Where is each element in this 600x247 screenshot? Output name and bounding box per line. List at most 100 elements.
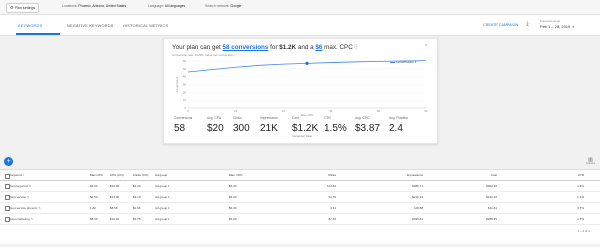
table-cell: 1.1% bbox=[577, 192, 584, 202]
plan-settings-bar: ⚙Plan settings Locations: Phoenix, Arizo… bbox=[0, 0, 600, 15]
table-header-row: Keyword↓ Max CPC CPC (CO) Clicks (CO) Ad gro… bbox=[0, 171, 600, 181]
table-row[interactable]: best keyword✎ $2.00 $12.00 $3.20 Ad group 1 $… bbox=[0, 181, 600, 192]
chevron-down-icon: ▾ bbox=[572, 25, 575, 29]
metric-value: $3.87 bbox=[355, 123, 381, 134]
cell-value: 1.1% bbox=[577, 195, 584, 199]
table-cell: $0.50 bbox=[90, 192, 98, 202]
cell-value: best service phoenix bbox=[10, 206, 38, 210]
metric-value: $20 bbox=[207, 123, 224, 134]
cell-value: 62.79 bbox=[328, 195, 336, 199]
y-tick-label: 50 bbox=[183, 67, 187, 71]
metric-value: 58 bbox=[174, 123, 186, 134]
current-bid-marker[interactable] bbox=[305, 61, 309, 65]
table-cell: $902.15 bbox=[486, 181, 497, 191]
y-tick-label: 20 bbox=[183, 90, 187, 94]
language-setting[interactable]: Language: All languages bbox=[148, 4, 185, 8]
metric-label: Avg. CPC bbox=[355, 116, 370, 120]
cell-value: $12.00 bbox=[110, 184, 120, 188]
table-cell: 87.16 bbox=[328, 214, 336, 224]
tab-keywords[interactable]: Keywords bbox=[18, 23, 42, 28]
column-header-label: Impressions bbox=[406, 173, 423, 177]
table-row[interactable]: best service phoenix✎ 1.82 $8.56 $1.96 Ad gr… bbox=[0, 203, 600, 214]
column-header-label: CTR bbox=[577, 173, 584, 177]
table-cell: best marketing✎ bbox=[10, 214, 33, 224]
cell-value: 3.7% bbox=[577, 206, 584, 210]
add-keywords-button[interactable]: + bbox=[4, 157, 13, 166]
cell-value: $16.00 bbox=[110, 217, 120, 221]
table-cell: Ad group 1 bbox=[155, 203, 170, 213]
column-header[interactable]: Ad group bbox=[155, 171, 167, 180]
x-tick-label: 12 bbox=[234, 109, 238, 113]
table-cell: 1.82 bbox=[90, 203, 96, 213]
y-axis-label: Conversions bbox=[175, 76, 179, 92]
table-cell: 62.79 bbox=[328, 192, 336, 202]
column-header-label: Max CPC bbox=[90, 173, 103, 177]
table-cell: Ad group 1 bbox=[155, 214, 170, 224]
table-cell: $2.10 bbox=[133, 192, 141, 202]
edit-icon[interactable]: ✎ bbox=[27, 195, 30, 199]
create-campaign-button[interactable]: Create campaign bbox=[483, 23, 518, 27]
settings-icon: ⚙ bbox=[10, 5, 14, 10]
table-cell: best service phoenix✎ bbox=[10, 203, 41, 213]
cell-value: $6.00 bbox=[229, 206, 237, 210]
cell-value: $8.00 bbox=[90, 217, 98, 221]
metric-label: CTR bbox=[324, 116, 331, 120]
forecast-range-picker[interactable]: Forecast range Feb 1 – 28, 2019 ▾ bbox=[540, 19, 574, 29]
metric-label: Cost bbox=[292, 116, 299, 120]
column-header[interactable]: Clicks (CO) bbox=[133, 171, 148, 180]
column-header[interactable]: Max CPC bbox=[90, 171, 103, 180]
table-row[interactable]: best marketing✎ $8.00 $16.00 $2.75 Ad group … bbox=[0, 214, 600, 225]
metric-7: Avg. Position 2.4 bbox=[389, 116, 408, 134]
table-cell: $313.46 bbox=[486, 192, 497, 202]
forecast-card: Your plan can get 58 conversions for $1.… bbox=[163, 38, 438, 144]
metric-value: 300 bbox=[233, 123, 250, 134]
column-header-label: Clicks (CO) bbox=[133, 173, 149, 177]
edit-icon[interactable]: ✎ bbox=[31, 217, 34, 221]
cell-value: $0.50 bbox=[90, 195, 98, 199]
plan-settings-button[interactable]: ⚙Plan settings bbox=[6, 3, 40, 13]
tab-historical-metrics[interactable]: Historical metrics bbox=[123, 23, 168, 28]
table-cell: 4.11 bbox=[330, 203, 336, 213]
column-header[interactable]: CTR bbox=[578, 171, 584, 180]
table-cell: $1.96 bbox=[133, 203, 141, 213]
cell-value: 1.5% bbox=[577, 184, 584, 188]
cell-value: Ad group 1 bbox=[155, 184, 170, 188]
x-tick-label: 0 bbox=[187, 109, 189, 113]
metric-3: Impressions 21K bbox=[260, 116, 278, 134]
cell-value: $8.56 bbox=[110, 206, 118, 210]
sort-arrow-icon[interactable]: ↓ bbox=[23, 173, 25, 177]
column-header[interactable]: Impressions bbox=[407, 171, 423, 180]
table-cell: $6.00 bbox=[229, 214, 237, 224]
edit-icon[interactable]: ✎ bbox=[38, 206, 41, 210]
cell-value: Ad group 1 bbox=[155, 195, 170, 199]
tabs-bar: Keywords Negative keywords Historical me… bbox=[0, 15, 600, 36]
column-header[interactable]: Keyword↓ bbox=[10, 171, 24, 180]
tab-negative-keywords[interactable]: Negative keywords bbox=[67, 23, 114, 28]
cell-value: 1.5% bbox=[577, 217, 584, 221]
column-header-label: Ad group bbox=[155, 173, 168, 177]
y-tick-label: 40 bbox=[183, 75, 187, 79]
column-header[interactable]: CPC (CO) bbox=[110, 171, 124, 180]
keywords-table: Keyword↓ Max CPC CPC (CO) Clicks (CO) Ad gro… bbox=[0, 169, 600, 244]
cell-value: 124.84 bbox=[326, 184, 336, 188]
cell-value: Ad group 1 bbox=[155, 217, 170, 221]
network-setting[interactable]: Search network: Google bbox=[205, 4, 241, 8]
cell-value: $3.20 bbox=[133, 184, 141, 188]
table-cell: best keyword✎ bbox=[10, 181, 31, 191]
locations-setting[interactable]: Locations: Phoenix, Arizona, United Stat… bbox=[62, 4, 126, 8]
cell-value: 87.16 bbox=[328, 217, 336, 221]
metric-6: Avg. CPC $3.87 bbox=[355, 116, 380, 134]
column-header[interactable]: Clicks bbox=[328, 171, 336, 180]
table-row[interactable]: best service✎ $0.50 $14.00 $2.10 Ad group 1 $… bbox=[0, 192, 600, 203]
columns-button[interactable]: ▥ Columns bbox=[586, 158, 595, 166]
column-header[interactable]: Max. CPC bbox=[229, 171, 243, 180]
column-header[interactable]: Cost bbox=[491, 171, 497, 180]
cell-value: $288.35 bbox=[486, 217, 497, 221]
edit-icon[interactable]: ✎ bbox=[29, 184, 32, 188]
table-cell: 3.7% bbox=[577, 203, 584, 213]
download-icon[interactable]: ⤓ bbox=[526, 21, 529, 28]
column-header-label: Keyword bbox=[10, 173, 22, 177]
cell-value: $6.00 bbox=[229, 195, 237, 199]
cell-value: $2.10 bbox=[133, 195, 141, 199]
table-cell: $3.20 bbox=[133, 181, 141, 191]
